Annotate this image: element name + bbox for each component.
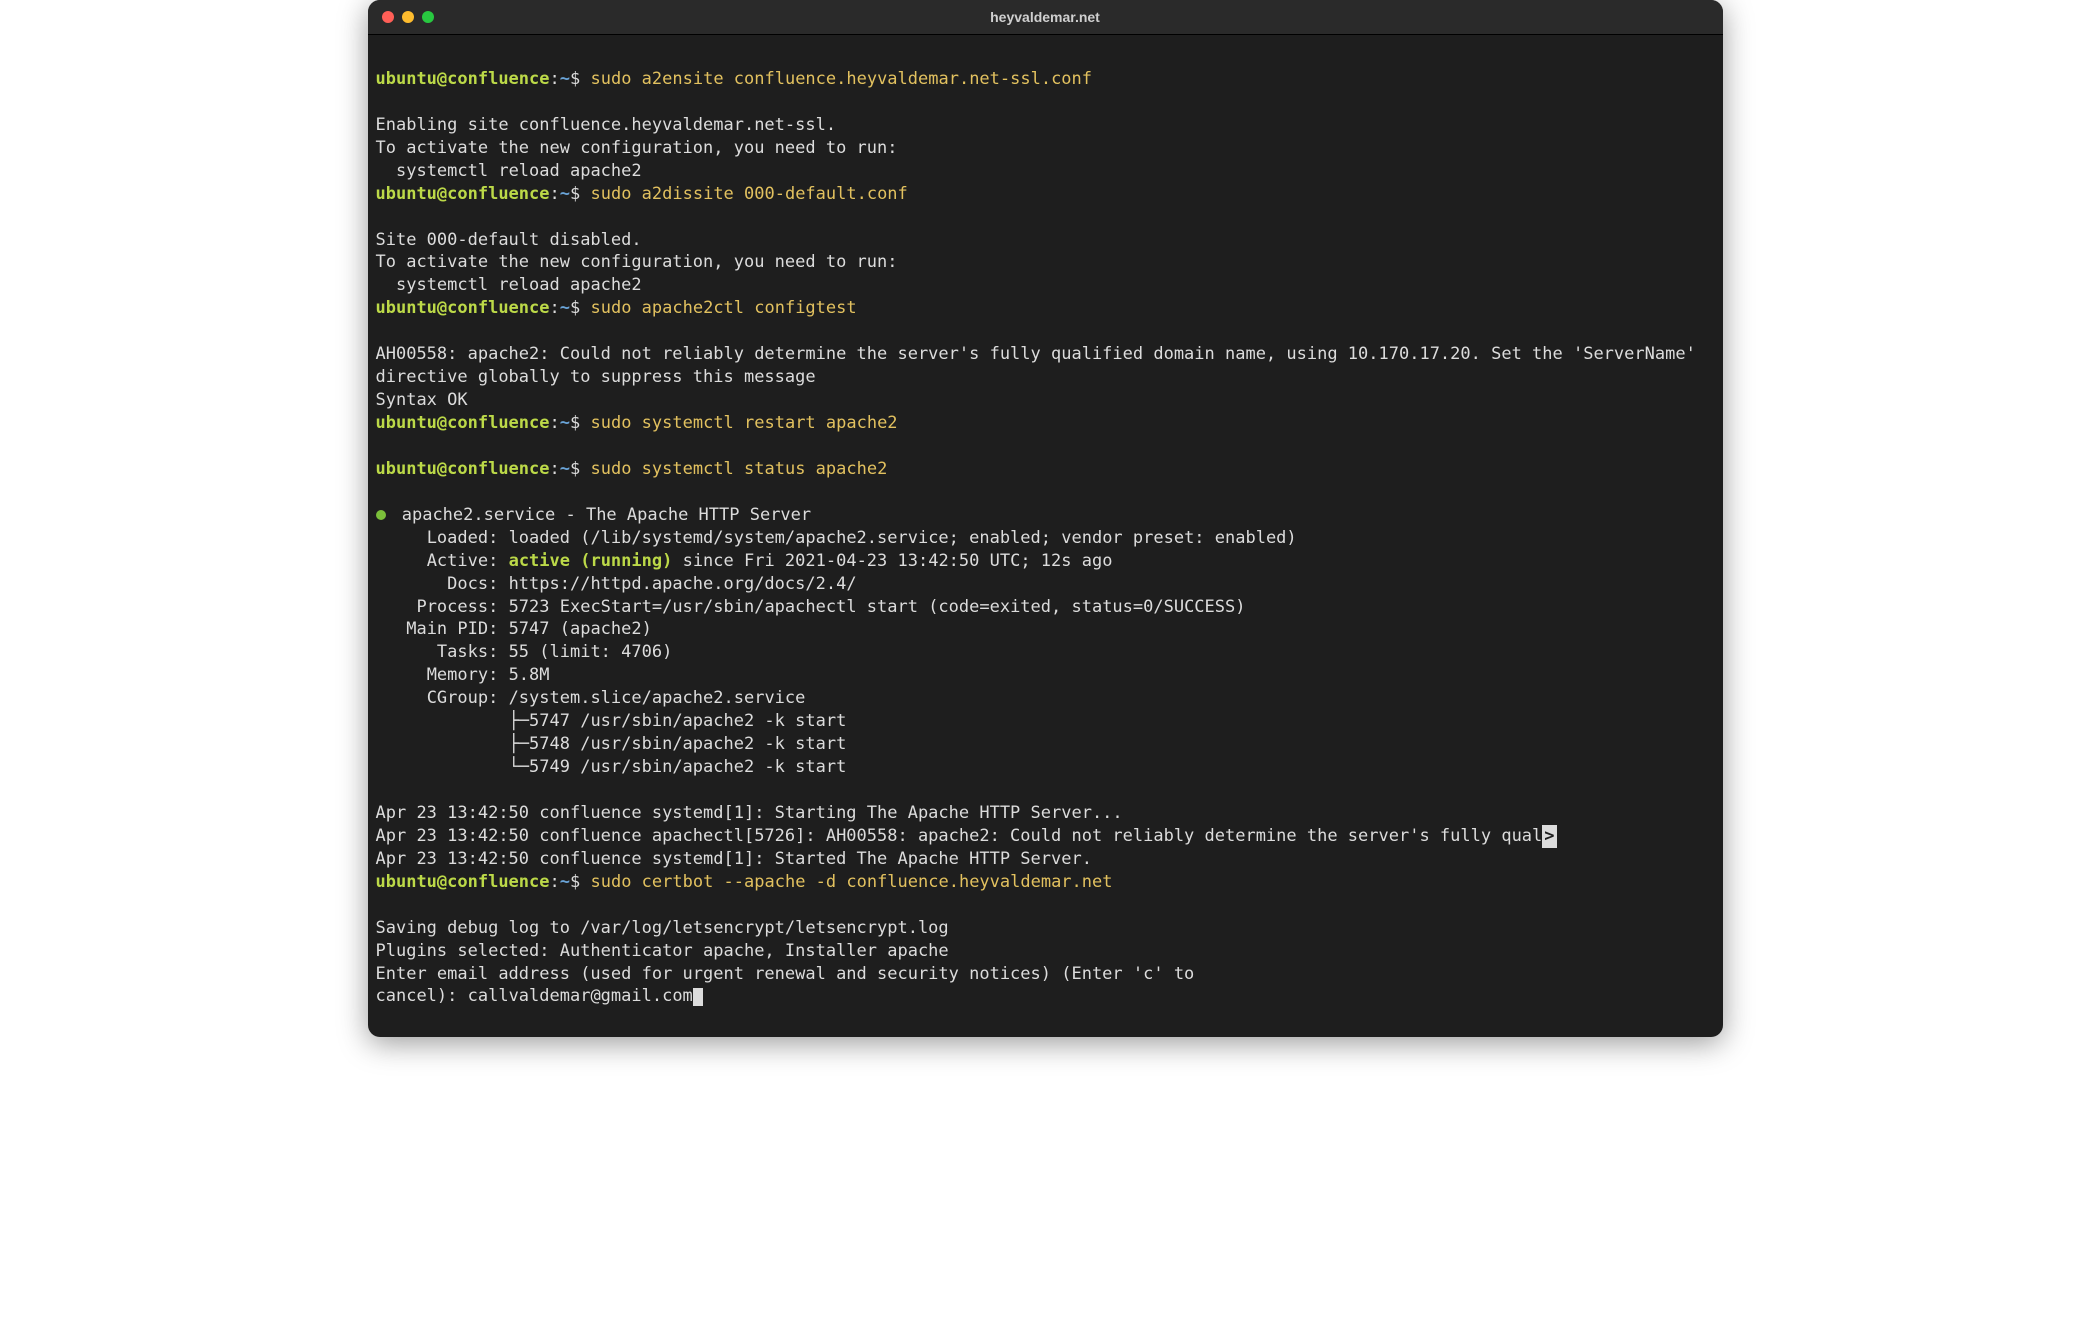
status-tasks: Tasks: 55 (limit: 4706): [376, 642, 673, 662]
status-cgroup-line: ├─5748 /usr/sbin/apache2 -k start: [376, 734, 847, 754]
close-icon[interactable]: [382, 11, 394, 23]
prompt-user: ubuntu@confluence: [376, 459, 550, 479]
command: sudo systemctl status apache2: [591, 459, 888, 479]
output-line: Plugins selected: Authenticator apache, …: [376, 941, 949, 961]
prompt-user: ubuntu@confluence: [376, 298, 550, 318]
prompt-line: ubuntu@confluence:~$ sudo a2ensite confl…: [376, 68, 1715, 91]
prompt-path: ~: [560, 872, 570, 892]
status-header: apache2.service - The Apache HTTP Server: [376, 505, 812, 525]
titlebar: heyvaldemar.net: [368, 0, 1723, 35]
prompt-line: ubuntu@confluence:~$ sudo certbot --apac…: [376, 871, 1715, 894]
truncation-indicator: >: [1542, 825, 1556, 848]
user-input: callvaldemar@gmail.com: [468, 986, 693, 1006]
window-title: heyvaldemar.net: [368, 8, 1723, 27]
prompt-path: ~: [560, 184, 570, 204]
output-line: systemctl reload apache2: [376, 275, 642, 295]
output-line: To activate the new configuration, you n…: [376, 138, 898, 158]
status-cgroup: CGroup: /system.slice/apache2.service: [376, 688, 806, 708]
log-line: Apr 23 13:42:50 confluence systemd[1]: S…: [376, 803, 1123, 823]
output-line: AH00558: apache2: Could not reliably det…: [376, 344, 1707, 387]
prompt-path: ~: [560, 413, 570, 433]
command: sudo apache2ctl configtest: [591, 298, 857, 318]
prompt-path: ~: [560, 298, 570, 318]
status-cgroup-line: └─5749 /usr/sbin/apache2 -k start: [376, 757, 847, 777]
terminal-window: heyvaldemar.net ubuntu@confluence:~$ sud…: [368, 0, 1723, 1037]
prompt-user: ubuntu@confluence: [376, 184, 550, 204]
output-line: systemctl reload apache2: [376, 161, 642, 181]
output-line: Saving debug log to /var/log/letsencrypt…: [376, 918, 949, 938]
prompt-path: ~: [560, 69, 570, 89]
command: sudo a2dissite 000-default.conf: [591, 184, 908, 204]
status-mainpid: Main PID: 5747 (apache2): [376, 619, 652, 639]
prompt-line: ubuntu@confluence:~$ sudo systemctl stat…: [376, 458, 1715, 481]
cursor-icon: [693, 988, 703, 1006]
output-line: Syntax OK: [376, 390, 468, 410]
prompt-user: ubuntu@confluence: [376, 69, 550, 89]
status-memory: Memory: 5.8M: [376, 665, 550, 685]
status-active-value: active (running): [509, 551, 673, 571]
prompt-user: ubuntu@confluence: [376, 413, 550, 433]
status-active: Active: active (running) since Fri 2021-…: [376, 551, 1113, 571]
output-line: Site 000-default disabled.: [376, 230, 642, 250]
terminal-body[interactable]: ubuntu@confluence:~$ sudo a2ensite confl…: [368, 35, 1723, 1037]
prompt-line: ubuntu@confluence:~$ sudo systemctl rest…: [376, 412, 1715, 435]
status-docs: Docs: https://httpd.apache.org/docs/2.4/: [376, 574, 857, 594]
log-line: Apr 23 13:42:50 confluence systemd[1]: S…: [376, 849, 1092, 869]
prompt-path: ~: [560, 459, 570, 479]
maximize-icon[interactable]: [422, 11, 434, 23]
status-loaded: Loaded: loaded (/lib/systemd/system/apac…: [376, 528, 1297, 548]
prompt-user: ubuntu@confluence: [376, 872, 550, 892]
log-line-truncated: Apr 23 13:42:50 confluence apachectl[572…: [376, 826, 1557, 846]
prompt-line: ubuntu@confluence:~$ sudo a2dissite 000-…: [376, 183, 1715, 206]
output-line: To activate the new configuration, you n…: [376, 252, 898, 272]
status-process: Process: 5723 ExecStart=/usr/sbin/apache…: [376, 597, 1246, 617]
output-line: Enabling site confluence.heyvaldemar.net…: [376, 115, 837, 135]
command: sudo systemctl restart apache2: [591, 413, 898, 433]
command: sudo a2ensite confluence.heyvaldemar.net…: [591, 69, 1093, 89]
status-cgroup-line: ├─5747 /usr/sbin/apache2 -k start: [376, 711, 847, 731]
prompt-line: ubuntu@confluence:~$ sudo apache2ctl con…: [376, 297, 1715, 320]
minimize-icon[interactable]: [402, 11, 414, 23]
status-dot-icon: [376, 510, 386, 520]
input-line[interactable]: cancel): callvaldemar@gmail.com: [376, 986, 703, 1006]
output-line: Enter email address (used for urgent ren…: [376, 964, 1195, 984]
command: sudo certbot --apache -d confluence.heyv…: [591, 872, 1113, 892]
traffic-lights: [368, 11, 434, 23]
